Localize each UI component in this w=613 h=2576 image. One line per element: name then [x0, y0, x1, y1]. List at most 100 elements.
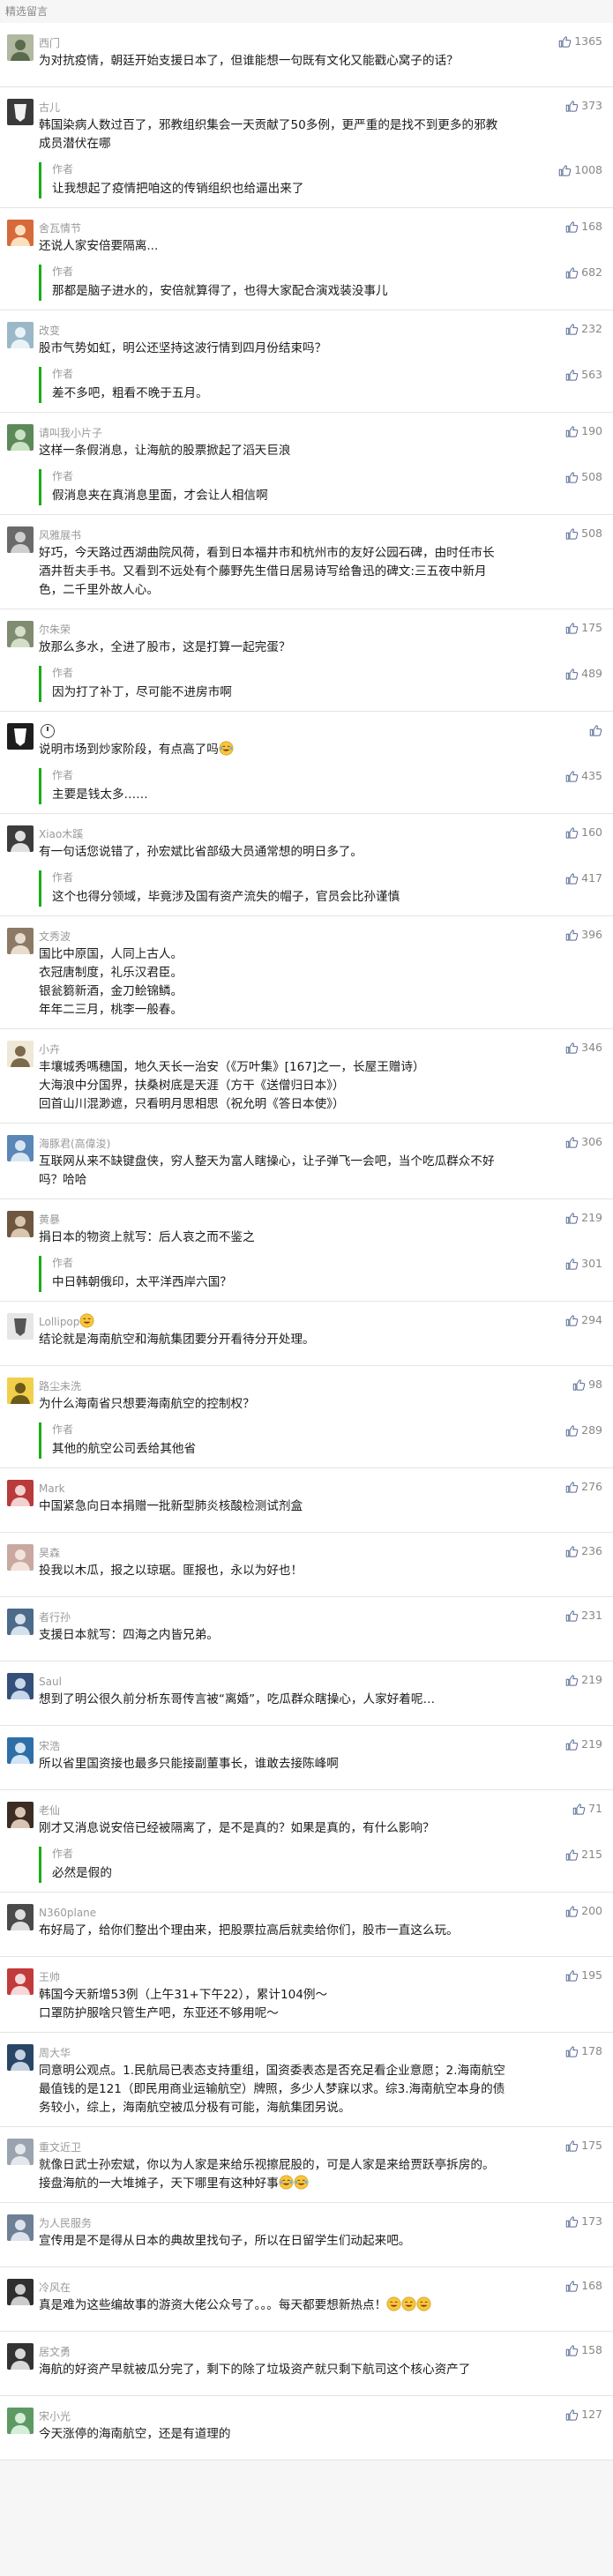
thumbs-up-icon[interactable] [565, 369, 579, 382]
avatar[interactable] [7, 1313, 34, 1340]
nickname[interactable]: 路尘未洗 [39, 1380, 81, 1393]
like-button[interactable]: 219 [565, 1736, 602, 1752]
like-button[interactable]: 158 [565, 2342, 602, 2358]
nickname[interactable]: 改变 [39, 325, 60, 337]
thumbs-up-icon[interactable] [565, 929, 579, 942]
thumbs-up-icon[interactable] [565, 425, 579, 438]
thumbs-up-icon[interactable] [589, 724, 602, 737]
nickname[interactable]: 黄暴 [39, 1213, 60, 1226]
avatar[interactable] [7, 220, 34, 246]
nickname[interactable]: 老仙 [39, 1804, 60, 1817]
thumbs-up-icon[interactable] [565, 1042, 579, 1055]
nickname[interactable]: Saul [39, 1676, 62, 1688]
nickname[interactable]: 风雅展书 [39, 529, 81, 541]
thumbs-up-icon[interactable] [565, 100, 579, 113]
nickname[interactable]: 小卉 [39, 1043, 60, 1056]
like-button[interactable]: 219 [565, 1672, 602, 1688]
thumbs-up-icon[interactable] [565, 2139, 579, 2153]
thumbs-up-icon[interactable] [565, 1136, 579, 1149]
avatar[interactable] [7, 723, 34, 750]
avatar[interactable] [7, 2139, 34, 2165]
avatar[interactable] [7, 2214, 34, 2241]
thumbs-up-icon[interactable] [565, 1848, 579, 1862]
like-button[interactable]: 373 [565, 98, 602, 114]
thumbs-up-icon[interactable] [565, 220, 579, 234]
thumbs-up-icon[interactable] [565, 266, 579, 280]
thumbs-up-icon[interactable] [565, 668, 579, 681]
thumbs-up-icon[interactable] [565, 2045, 579, 2058]
like-button[interactable]: 306 [565, 1134, 602, 1150]
nickname[interactable]: 舍瓦情节 [39, 222, 81, 235]
nickname[interactable]: Xiao木蹊 [39, 828, 83, 840]
nickname[interactable]: 海豚君(高偉浚) [39, 1138, 110, 1150]
thumbs-up-icon[interactable] [572, 1803, 586, 1816]
nickname[interactable]: 居文勇 [39, 2346, 71, 2358]
thumbs-up-icon[interactable] [565, 1424, 579, 1437]
thumbs-up-icon[interactable] [565, 471, 579, 484]
like-button[interactable]: 175 [565, 2138, 602, 2154]
avatar[interactable] [7, 526, 34, 553]
thumbs-up-icon[interactable] [565, 2215, 579, 2229]
avatar[interactable] [7, 1544, 34, 1571]
avatar[interactable] [7, 2408, 34, 2434]
nickname[interactable]: 古儿 [39, 101, 60, 114]
thumbs-up-icon[interactable] [565, 2280, 579, 2293]
like-button[interactable] [589, 722, 602, 738]
nickname[interactable]: N360plane [39, 1907, 96, 1919]
thumbs-up-icon[interactable] [565, 1969, 579, 1982]
nickname[interactable]: Lollipop [39, 1316, 79, 1328]
avatar[interactable] [7, 1378, 34, 1404]
reply-like-button[interactable]: 508 [565, 469, 602, 485]
like-button[interactable]: 346 [565, 1040, 602, 1056]
avatar[interactable] [7, 424, 34, 451]
nickname[interactable]: 宋浩 [39, 1740, 60, 1752]
like-button[interactable]: 98 [572, 1377, 602, 1393]
thumbs-up-icon[interactable] [565, 1905, 579, 1918]
like-button[interactable]: 173 [565, 2214, 602, 2229]
thumbs-up-icon[interactable] [558, 35, 572, 49]
thumbs-up-icon[interactable] [565, 323, 579, 336]
like-button[interactable]: 175 [565, 620, 602, 636]
avatar[interactable] [7, 1802, 34, 1828]
thumbs-up-icon[interactable] [565, 1314, 579, 1327]
like-button[interactable]: 396 [565, 927, 602, 943]
thumbs-up-icon[interactable] [565, 622, 579, 635]
thumbs-up-icon[interactable] [565, 1609, 579, 1623]
reply-like-button[interactable]: 563 [565, 367, 602, 383]
nickname[interactable]: Mark [39, 1482, 65, 1495]
nickname[interactable]: 文秀波 [39, 930, 71, 943]
avatar[interactable] [7, 34, 34, 61]
nickname[interactable]: 冷风在 [39, 2281, 71, 2294]
thumbs-up-icon[interactable] [565, 1212, 579, 1225]
avatar[interactable] [7, 1135, 34, 1161]
avatar[interactable] [7, 1041, 34, 1067]
avatar[interactable] [7, 621, 34, 647]
like-button[interactable]: 160 [565, 825, 602, 840]
thumbs-up-icon[interactable] [565, 2408, 579, 2422]
like-button[interactable]: 200 [565, 1903, 602, 1919]
like-button[interactable]: 236 [565, 1543, 602, 1559]
avatar[interactable] [7, 928, 34, 954]
avatar[interactable] [7, 825, 34, 852]
nickname[interactable]: 王帅 [39, 1971, 60, 1983]
nickname[interactable]: 重文近卫 [39, 2141, 81, 2154]
reply-like-button[interactable]: 435 [565, 768, 602, 784]
like-button[interactable]: 231 [565, 1608, 602, 1624]
reply-like-button[interactable]: 215 [565, 1847, 602, 1863]
nickname[interactable]: 为人民服务 [39, 2217, 92, 2229]
avatar[interactable] [7, 99, 34, 125]
avatar[interactable] [7, 2343, 34, 2370]
thumbs-up-icon[interactable] [565, 770, 579, 783]
thumbs-up-icon[interactable] [565, 2344, 579, 2357]
avatar[interactable] [7, 1609, 34, 1635]
like-button[interactable]: 168 [565, 219, 602, 235]
reply-like-button[interactable]: 1008 [558, 162, 602, 178]
like-button[interactable]: 508 [565, 526, 602, 541]
like-button[interactable]: 1365 [558, 34, 602, 49]
avatar[interactable] [7, 1211, 34, 1237]
nickname[interactable]: 者行孙 [39, 1611, 71, 1624]
avatar[interactable] [7, 1480, 34, 1506]
nickname[interactable]: 周大华 [39, 2047, 71, 2059]
like-button[interactable]: 127 [565, 2407, 602, 2423]
avatar[interactable] [7, 322, 34, 348]
